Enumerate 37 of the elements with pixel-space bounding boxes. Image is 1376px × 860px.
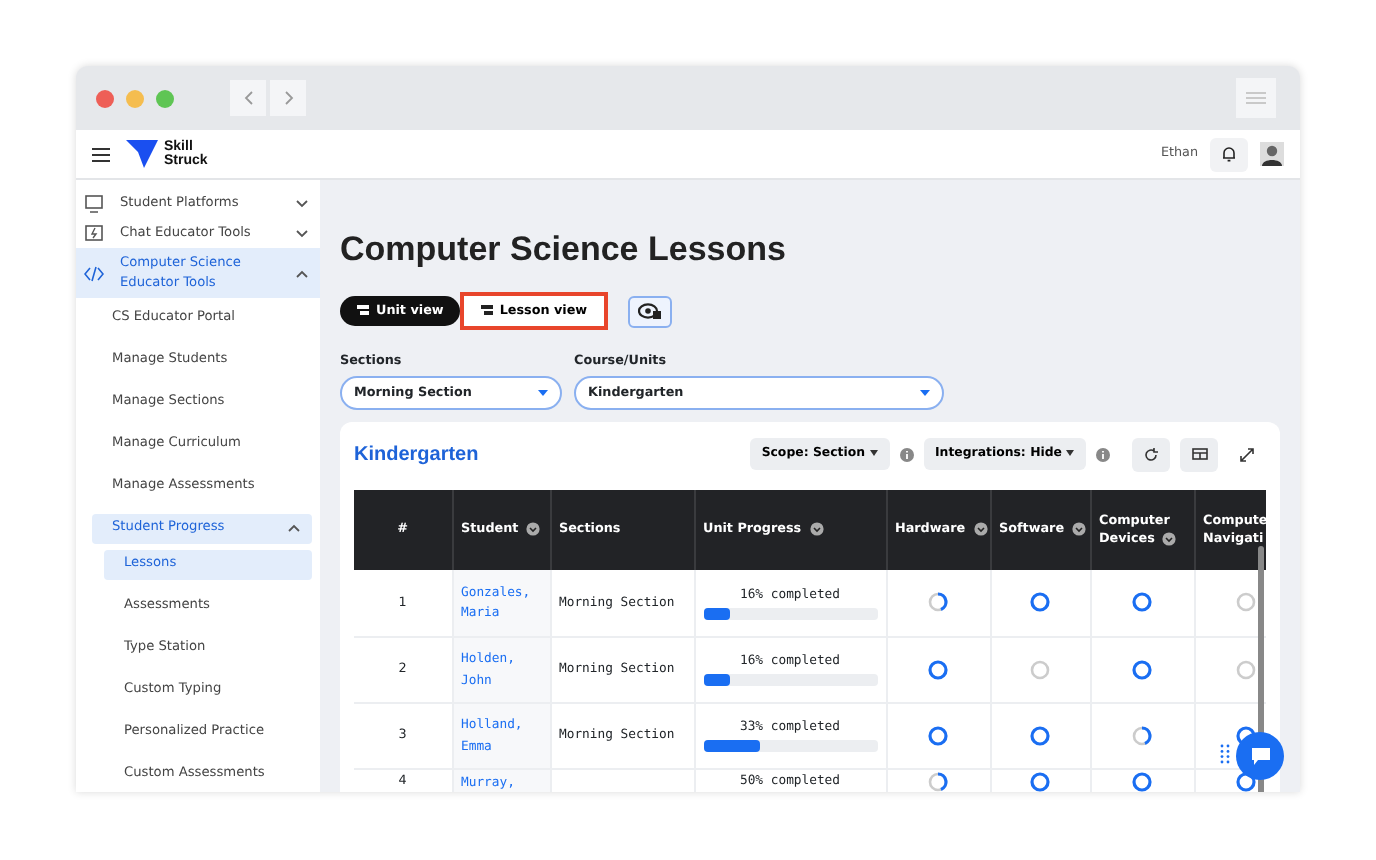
sort-icon[interactable] xyxy=(526,522,541,537)
monitor-icon xyxy=(84,193,104,214)
sort-icon[interactable] xyxy=(1072,522,1087,537)
columns-button[interactable] xyxy=(1180,437,1218,472)
chat-icon xyxy=(84,223,104,244)
refresh-button[interactable] xyxy=(1132,437,1170,472)
chevron-up-icon[interactable] xyxy=(296,269,308,278)
card-title: Kindergarten xyxy=(354,441,479,470)
caret-down-icon xyxy=(1066,450,1074,457)
visibility-lock-button[interactable] xyxy=(627,295,672,327)
logo-icon xyxy=(126,140,158,168)
table-icon xyxy=(1191,448,1207,461)
drag-handle-icon xyxy=(1220,744,1230,764)
caret-down-icon xyxy=(538,390,548,397)
menu-icon[interactable] xyxy=(92,147,110,161)
code-icon xyxy=(84,263,104,284)
info-icon xyxy=(899,447,913,462)
bell-icon xyxy=(1222,146,1236,162)
avatar-icon[interactable] xyxy=(1260,142,1284,166)
chevron-down-icon[interactable] xyxy=(296,199,308,208)
chevron-down-icon[interactable] xyxy=(296,229,308,238)
refresh-icon xyxy=(1144,447,1158,462)
layers-icon xyxy=(479,304,494,317)
caret-down-icon xyxy=(920,390,930,397)
sort-icon[interactable] xyxy=(809,522,824,537)
eye-lock-icon xyxy=(637,302,662,320)
notifications-button[interactable] xyxy=(1210,137,1248,171)
layers-icon xyxy=(356,304,370,317)
chevron-up-icon[interactable] xyxy=(288,524,300,533)
info-icon xyxy=(1096,447,1110,462)
sliders-icon xyxy=(1246,90,1266,106)
chat-bubble-icon xyxy=(1249,746,1271,766)
page-title: Computer Science Lessons xyxy=(340,228,788,272)
sort-icon[interactable] xyxy=(1162,531,1177,546)
caret-down-icon xyxy=(869,450,877,457)
sort-icon[interactable] xyxy=(973,522,988,537)
expand-icon xyxy=(1240,447,1254,462)
